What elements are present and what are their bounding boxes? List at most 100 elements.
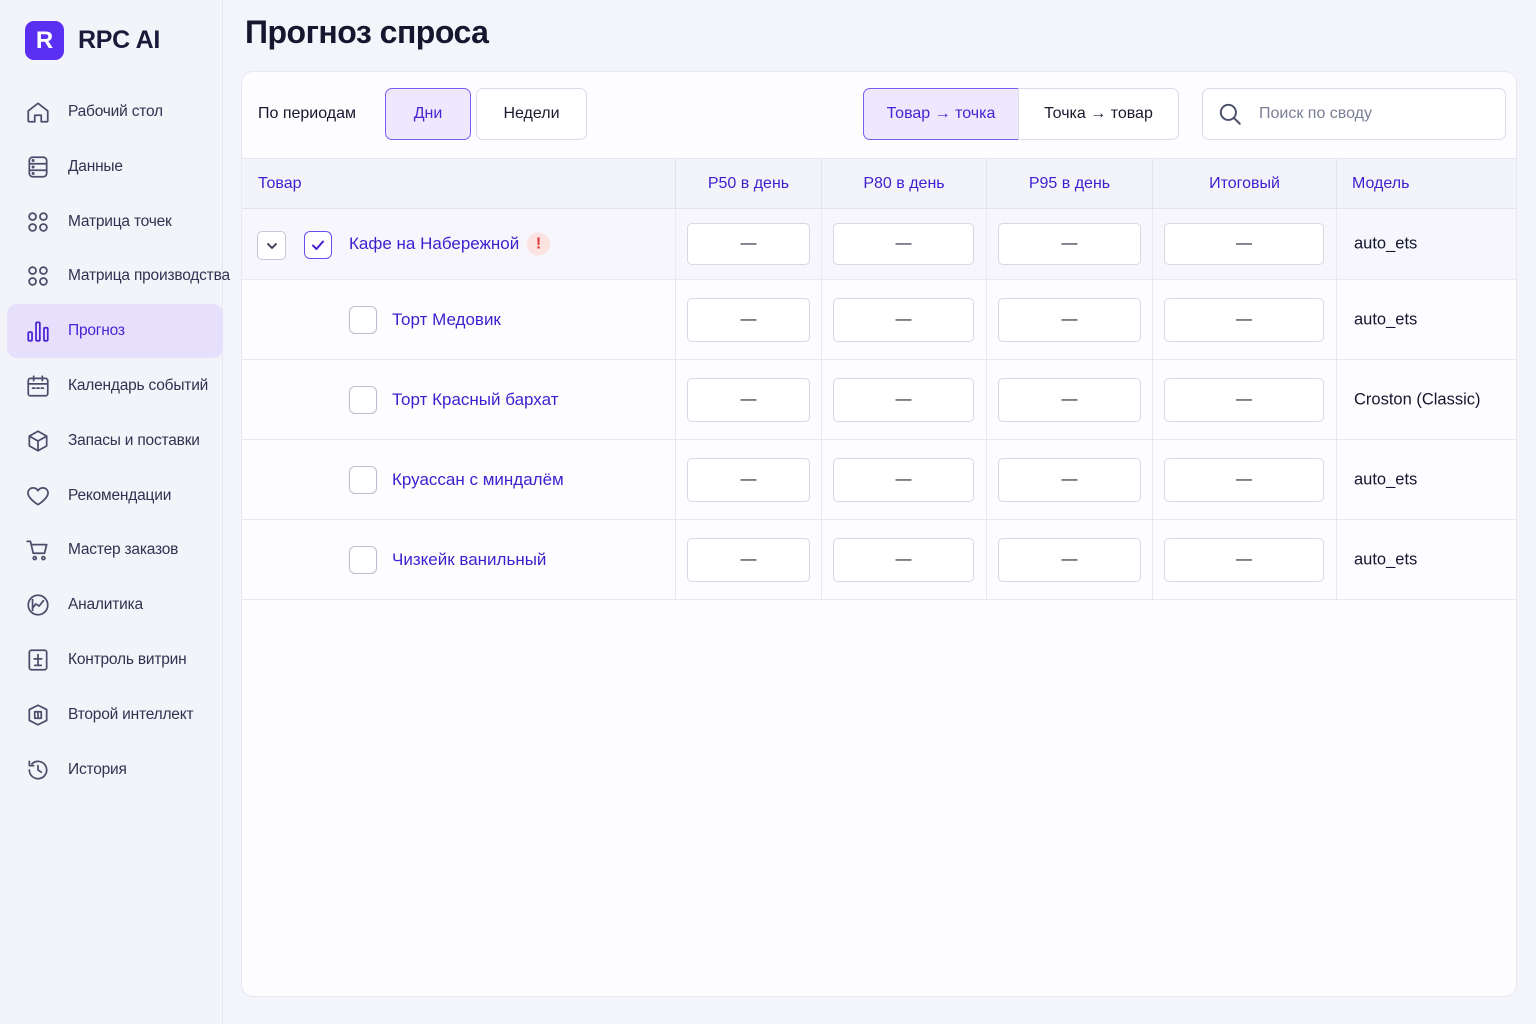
expand-toggle[interactable] [257, 231, 286, 260]
p80-input[interactable]: — [833, 223, 974, 265]
model-text: auto_ets [1354, 470, 1418, 488]
p95-input[interactable]: — [998, 457, 1141, 502]
p80-input[interactable]: — [833, 377, 974, 422]
header-p50[interactable]: P50 в день [676, 159, 822, 209]
analytics-icon [25, 592, 51, 618]
p50-input[interactable]: — [687, 377, 810, 422]
bar-chart-icon [25, 318, 51, 344]
brand-logo: R [25, 21, 64, 60]
p95-input[interactable]: — [998, 537, 1141, 582]
product-cell: Кафе на Набережной ! [242, 209, 676, 279]
p95-input[interactable]: — [998, 223, 1141, 265]
sidebar-item-9[interactable]: Аналитика [7, 578, 223, 632]
p95-input[interactable]: — [998, 377, 1141, 422]
p50-cell: — [676, 209, 822, 279]
history-icon [25, 757, 51, 783]
p95-cell: — [987, 360, 1153, 439]
search-box[interactable] [1202, 88, 1506, 140]
sidebar-item-label: Второй интеллект [68, 705, 194, 723]
final-input[interactable]: — [1164, 223, 1324, 265]
p80-cell: — [822, 520, 987, 599]
header-p95[interactable]: P95 в день [987, 159, 1153, 209]
final-input[interactable]: — [1164, 537, 1324, 582]
model-text: auto_ets [1354, 550, 1418, 568]
database-icon [25, 154, 51, 180]
product-name[interactable]: Торт Медовик [392, 310, 501, 330]
p50-input[interactable]: — [687, 537, 810, 582]
group-row[interactable]: Кафе на Набережной ! — — — — auto_ets [242, 209, 1516, 280]
group-checkbox[interactable] [304, 231, 332, 259]
table-row[interactable]: Торт Медовик — — — — auto_ets [242, 280, 1516, 360]
cart-icon [25, 537, 51, 563]
final-input[interactable]: — [1164, 377, 1324, 422]
chevron-down-icon [266, 242, 277, 249]
sidebar-item-label: Матрица производства [68, 267, 230, 285]
sidebar-item-5[interactable]: Календарь событий [7, 359, 223, 413]
product-cell: Круассан с миндалём [242, 440, 676, 519]
p80-input[interactable]: — [833, 297, 974, 342]
sidebar-item-0[interactable]: Рабочий стол [7, 85, 223, 139]
sidebar-item-8[interactable]: Мастер заказов [7, 523, 223, 577]
sidebar-item-7[interactable]: Рекомендации [7, 469, 223, 523]
p50-input[interactable]: — [687, 223, 810, 265]
header-final[interactable]: Итоговый [1153, 159, 1337, 209]
product-name[interactable]: Круассан с миндалём [392, 470, 564, 490]
final-cell: — [1153, 520, 1337, 599]
brand[interactable]: R RPC AI [25, 21, 160, 60]
search-input[interactable] [1259, 105, 1479, 123]
sidebar-item-3[interactable]: Матрица производства [7, 249, 230, 303]
table-row[interactable]: Торт Красный бархат — — — — Croston (Classic) [242, 360, 1516, 440]
point-to-product-button[interactable]: Точка → товар [1018, 88, 1179, 140]
row-checkbox[interactable] [349, 386, 377, 414]
table-row[interactable]: Круассан с миндалём — — — — auto_ets [242, 440, 1516, 520]
product-cell: Чизкейк ванильный [242, 520, 676, 599]
group-name[interactable]: Кафе на Набережной [349, 234, 519, 254]
row-checkbox[interactable] [349, 546, 377, 574]
sidebar-item-12[interactable]: История [7, 743, 223, 797]
brain-icon [25, 702, 51, 728]
search-icon [1219, 103, 1241, 125]
model-text: auto_ets [1354, 310, 1418, 328]
product-cell: Торт Красный бархат [242, 360, 676, 439]
sidebar-item-6[interactable]: Запасы и поставки [7, 414, 223, 468]
row-checkbox[interactable] [349, 466, 377, 494]
p50-input[interactable]: — [687, 297, 810, 342]
days-button[interactable]: Дни [385, 88, 471, 140]
sidebar-item-label: Данные [68, 157, 123, 175]
product-name[interactable]: Торт Красный бархат [392, 390, 558, 410]
sidebar-item-label: Рабочий стол [68, 103, 163, 120]
p80-cell: — [822, 209, 987, 279]
header-p80[interactable]: P80 в день [822, 159, 987, 209]
final-input[interactable]: — [1164, 457, 1324, 502]
sidebar-item-2[interactable]: Матрица точек [7, 195, 223, 249]
sidebar-item-1[interactable]: Данные [7, 140, 223, 194]
weeks-button[interactable]: Недели [476, 88, 587, 140]
check-icon [312, 240, 324, 250]
final-input[interactable]: — [1164, 297, 1324, 342]
p80-input[interactable]: — [833, 537, 974, 582]
child-rows: Торт Медовик — — — — auto_ets Торт Красный бар… [242, 280, 1516, 600]
p95-input[interactable]: — [998, 297, 1141, 342]
sidebar-item-label: Прогноз [68, 322, 125, 340]
model-cell: auto_ets [1337, 280, 1516, 359]
product-to-point-button[interactable]: Товар → точка [863, 88, 1019, 140]
page-title: Прогноз спроса [245, 14, 489, 50]
final-cell: — [1153, 440, 1337, 519]
sidebar: R RPC AI Рабочий стол Данные Матрица точек… [0, 0, 230, 1024]
p50-input[interactable]: — [687, 457, 810, 502]
header-product[interactable]: Товар [242, 159, 676, 209]
p80-input[interactable]: — [833, 457, 974, 502]
product-name[interactable]: Чизкейк ванильный [392, 550, 546, 570]
brand-name: RPC AI [78, 26, 161, 54]
header-model[interactable]: Модель [1337, 159, 1516, 209]
row-checkbox[interactable] [349, 306, 377, 334]
sidebar-item-10[interactable]: Контроль витрин [7, 633, 223, 687]
warning-badge[interactable]: ! [527, 232, 550, 256]
box-icon [25, 428, 51, 454]
sidebar-item-label: Аналитика [68, 596, 143, 614]
heart-icon [25, 483, 51, 509]
sidebar-item-11[interactable]: Второй интеллект [7, 688, 223, 742]
forecast-table: Товар P50 в день P80 в день P95 в день И… [242, 158, 1516, 600]
table-row[interactable]: Чизкейк ванильный — — — — auto_ets [242, 520, 1516, 600]
sidebar-item-4[interactable]: Прогноз [7, 304, 223, 359]
